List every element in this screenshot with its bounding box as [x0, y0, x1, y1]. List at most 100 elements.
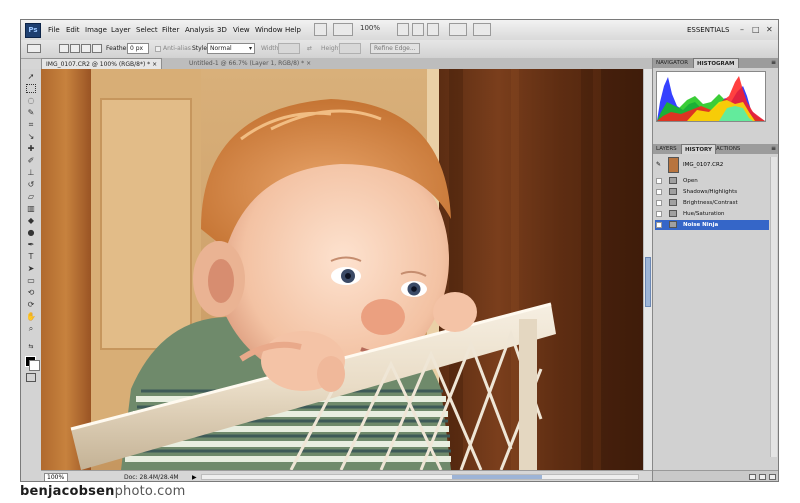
tab-layers[interactable]: LAYERS [653, 144, 680, 154]
menu-analysis[interactable]: Analysis [184, 20, 215, 40]
tab-label: IMG_0107.CR2 @ 100% (RGB/8*) * [46, 61, 151, 68]
minimize-icon[interactable]: – [740, 20, 744, 40]
chevron-down-icon: ▾ [248, 45, 252, 52]
history-source-checkbox[interactable] [656, 222, 662, 228]
quick-mask-icon[interactable] [26, 373, 36, 382]
marquee-tool-icon[interactable] [26, 84, 36, 93]
history-snapshot[interactable]: ✎ IMG_0107.CR2 [655, 157, 773, 175]
menu-view[interactable]: View [232, 20, 251, 40]
horizontal-scrollbar[interactable] [201, 474, 639, 480]
view-extras-icon[interactable] [333, 23, 353, 36]
background-color-swatch[interactable] [29, 360, 40, 371]
delete-state-icon[interactable] [769, 474, 776, 480]
pen-tool-icon[interactable]: ✒ [26, 240, 36, 249]
swap-colors-icon[interactable]: ⇆ [26, 342, 36, 351]
feather-input[interactable]: 0 px [127, 43, 149, 54]
hand-tool-icon[interactable]: ✋ [26, 312, 36, 321]
eyedropper-tool-icon[interactable]: ↘ [26, 132, 36, 141]
zoom-level-dropdown[interactable]: 100% [360, 24, 380, 32]
arrange-documents-icon[interactable] [449, 23, 467, 36]
eraser-tool-icon[interactable]: ▱ [26, 192, 36, 201]
swap-icon[interactable]: ⇄ [307, 40, 312, 58]
history-step-hue-saturation[interactable]: Hue/Saturation [655, 209, 769, 219]
vertical-scrollbar[interactable] [643, 69, 652, 470]
history-source-checkbox[interactable] [656, 200, 662, 206]
brush-tool-icon[interactable]: ✐ [26, 156, 36, 165]
type-tool-icon[interactable]: T [26, 252, 36, 261]
crop-tool-icon[interactable]: ⌗ [26, 120, 36, 129]
history-source-checkbox[interactable] [656, 211, 662, 217]
workspace-switcher[interactable]: ESSENTIALS [687, 20, 729, 40]
refine-edge-button[interactable]: Refine Edge... [370, 43, 420, 54]
watermark: benjacobsenphoto.com [20, 484, 186, 500]
history-source-checkbox[interactable] [656, 189, 662, 195]
history-step-icon [669, 188, 677, 195]
healing-brush-tool-icon[interactable]: ✚ [26, 144, 36, 153]
intersect-selection-icon[interactable] [92, 44, 102, 53]
new-document-from-state-icon[interactable] [749, 474, 756, 480]
horizontal-scroll-thumb[interactable] [452, 475, 542, 479]
new-selection-icon[interactable] [59, 44, 69, 53]
menu-filter[interactable]: Filter [161, 20, 180, 40]
tab-untitled-1[interactable]: Untitled-1 @ 66.7% (Layer 1, RGB/8) * × [185, 58, 315, 69]
status-menu-arrow-icon[interactable]: ▶ [192, 472, 197, 481]
lasso-tool-icon[interactable]: ◌ [26, 96, 36, 105]
antialias-checkbox[interactable] [155, 46, 161, 52]
history-step-noise-ninja[interactable]: Noise Ninja [655, 220, 769, 230]
3d-rotate-tool-icon[interactable]: ⟲ [26, 288, 36, 297]
clone-stamp-tool-icon[interactable]: ⊥ [26, 168, 36, 177]
snapshot-name: IMG_0107.CR2 [683, 162, 724, 168]
zoom-tool-icon[interactable] [412, 23, 424, 36]
hand-tool-icon[interactable] [397, 23, 409, 36]
vertical-scroll-thumb[interactable] [645, 257, 651, 307]
menu-file[interactable]: File [47, 20, 61, 40]
options-bar: Feather: 0 px Anti-alias Style: Normal ▾ … [21, 40, 778, 59]
subtract-selection-icon[interactable] [81, 44, 91, 53]
bridge-icon[interactable] [314, 23, 327, 36]
quick-select-tool-icon[interactable]: ✎ [26, 108, 36, 117]
history-source-checkbox[interactable] [656, 178, 662, 184]
height-input[interactable] [339, 43, 361, 54]
close-icon[interactable]: ✕ [766, 20, 773, 40]
blur-tool-icon[interactable]: ◆ [26, 216, 36, 225]
tab-actions[interactable]: ACTIONS [713, 144, 743, 154]
menu-edit[interactable]: Edit [65, 20, 81, 40]
history-step-shadows-highlights[interactable]: Shadows/Highlights [655, 187, 769, 197]
tab-history[interactable]: HISTORY [681, 144, 716, 154]
zoom-tool-icon[interactable]: ⌕ [26, 324, 36, 333]
tab-histogram[interactable]: HISTOGRAM [693, 58, 739, 68]
status-zoom-field[interactable]: 100% [44, 473, 68, 481]
menu-layer[interactable]: Layer [110, 20, 132, 40]
3d-orbit-tool-icon[interactable]: ⟳ [26, 300, 36, 309]
history-step-open[interactable]: Open [655, 176, 769, 186]
panel-menu-icon[interactable]: ≡ [771, 58, 776, 68]
width-input[interactable] [278, 43, 300, 54]
menu-window[interactable]: Window [254, 20, 284, 40]
history-scrollbar[interactable] [770, 157, 777, 457]
menu-image[interactable]: Image [84, 20, 108, 40]
move-tool-icon[interactable]: ➚ [26, 72, 36, 81]
menu-help[interactable]: Help [284, 20, 302, 40]
menu-select[interactable]: Select [135, 20, 159, 40]
panel-menu-icon[interactable]: ≡ [771, 144, 776, 154]
history-brush-tool-icon[interactable]: ↺ [26, 180, 36, 189]
history-step-brightness-contrast[interactable]: Brightness/Contrast [655, 198, 769, 208]
tool-preset-picker-icon[interactable] [27, 44, 41, 53]
history-brush-source-icon[interactable]: ✎ [656, 161, 661, 168]
new-snapshot-icon[interactable] [759, 474, 766, 480]
document-canvas[interactable] [41, 69, 643, 470]
gradient-tool-icon[interactable]: ▥ [26, 204, 36, 213]
shape-tool-icon[interactable]: ▭ [26, 276, 36, 285]
menu-3d[interactable]: 3D [216, 20, 228, 40]
style-select[interactable]: Normal ▾ [207, 43, 255, 54]
add-to-selection-icon[interactable] [70, 44, 80, 53]
tab-navigator[interactable]: NAVIGATOR [653, 58, 691, 68]
close-tab-icon[interactable]: × [152, 61, 157, 68]
screen-mode-icon[interactable] [473, 23, 491, 36]
dodge-tool-icon[interactable]: ● [26, 228, 36, 237]
rotate-view-icon[interactable] [427, 23, 439, 36]
maximize-icon[interactable]: □ [752, 20, 760, 40]
close-tab-icon[interactable]: × [306, 60, 311, 67]
path-selection-tool-icon[interactable]: ➤ [26, 264, 36, 273]
tab-img-0107[interactable]: IMG_0107.CR2 @ 100% (RGB/8*) * × [41, 58, 163, 69]
